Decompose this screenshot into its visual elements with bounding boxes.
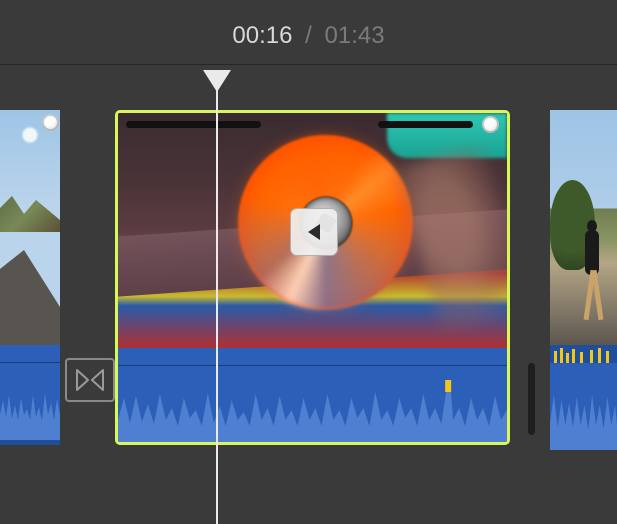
- clip-selected[interactable]: [115, 110, 510, 445]
- clip-speed-bar-icon[interactable]: [378, 121, 473, 128]
- clip-fade-handle-icon[interactable]: [42, 114, 59, 131]
- clip-previous[interactable]: [0, 110, 60, 445]
- clip-next[interactable]: [550, 110, 617, 450]
- clip-thumbnail: [118, 113, 507, 348]
- playhead-time-current: 00:16: [232, 22, 292, 49]
- reverse-play-button[interactable]: [290, 208, 338, 256]
- clip-speed-bar-icon[interactable]: [126, 121, 261, 128]
- timecode-display: 00:16 / 01:43: [232, 22, 384, 50]
- clip-audio-waveform[interactable]: [550, 363, 617, 450]
- playhead-time-total: 01:43: [325, 22, 385, 49]
- clip-thumbnail: [0, 110, 60, 345]
- clip-audio-waveform[interactable]: [118, 348, 507, 443]
- timecode-separator: /: [305, 22, 312, 49]
- playhead-line[interactable]: [216, 90, 218, 524]
- timeline-scroll-indicator[interactable]: [528, 363, 535, 435]
- transition-cross-dissolve-icon[interactable]: [65, 358, 115, 402]
- header-divider: [0, 64, 617, 65]
- clip-fade-handle-icon[interactable]: [482, 116, 499, 133]
- timeline-header: 00:16 / 01:43: [0, 0, 617, 64]
- clip-audio-waveform[interactable]: [0, 345, 60, 440]
- playhead-marker-icon[interactable]: [203, 70, 231, 92]
- clip-thumbnail: [550, 110, 617, 345]
- timeline-track[interactable]: [0, 110, 617, 450]
- audio-peak-indicator-icon: [550, 348, 617, 363]
